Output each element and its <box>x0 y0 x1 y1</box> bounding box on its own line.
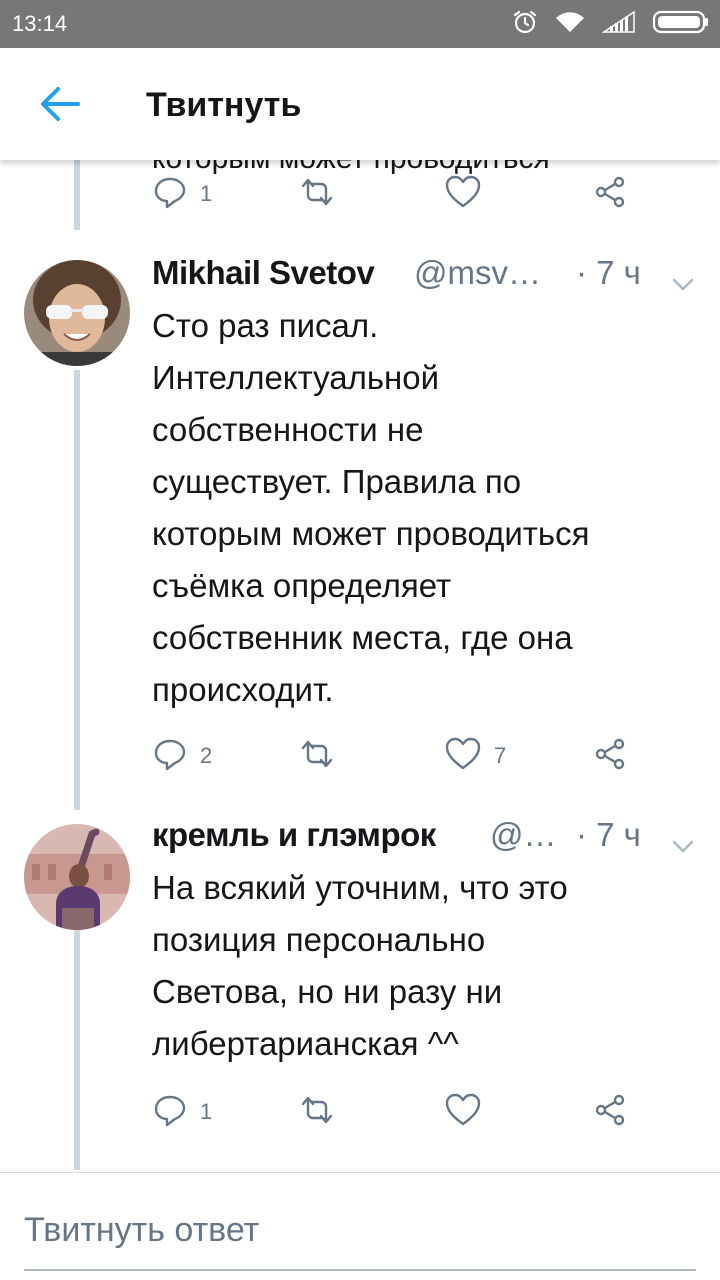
tweet-time: · 7 ч <box>576 816 641 853</box>
reply-icon <box>152 1092 188 1133</box>
status-icons <box>512 8 710 40</box>
reply-icon <box>152 174 188 215</box>
reply-input[interactable]: Твитнуть ответ <box>24 1211 259 1250</box>
share-icon <box>592 1092 628 1133</box>
tweet-card[interactable]: Mikhail Svetov @msv… · 7 ч Сто раз писал… <box>0 252 720 812</box>
heart-icon <box>444 736 482 777</box>
tweet-text-line: происходит. <box>152 671 334 708</box>
tweet-text-line: Интеллектуальной <box>152 359 440 396</box>
retweet-button[interactable] <box>297 174 337 214</box>
tweet-text-line: собственник места, где она <box>152 619 573 656</box>
reply-composer[interactable]: Твитнуть ответ <box>0 1172 720 1280</box>
avatar[interactable] <box>24 260 130 366</box>
reply-icon <box>152 736 188 777</box>
chevron-down-icon[interactable] <box>672 262 694 300</box>
tweet-actions: 2 7 <box>152 736 652 776</box>
like-count: 7 <box>494 743 507 768</box>
share-icon <box>592 174 628 215</box>
author-name[interactable]: Mikhail Svetov <box>152 254 375 292</box>
avatar[interactable] <box>24 824 130 930</box>
tweet-time: · 7 ч <box>576 254 641 291</box>
partial-tweet-actions: 1 <box>152 174 652 214</box>
retweet-button[interactable] <box>297 736 337 776</box>
author-handle[interactable]: @… <box>490 816 557 854</box>
author-name[interactable]: кремль и глэмрок <box>152 816 436 854</box>
reply-count: 1 <box>200 1099 213 1124</box>
heart-icon <box>444 174 482 215</box>
reply-button[interactable]: 1 <box>152 1092 212 1132</box>
thread-connector-line <box>74 160 80 230</box>
retweet-icon <box>297 1092 337 1133</box>
battery-icon <box>652 9 710 40</box>
app-bar: Твитнуть <box>0 48 720 160</box>
retweet-icon <box>297 736 337 777</box>
retweet-icon <box>297 174 337 215</box>
tweet-text-line: съёмка определяет <box>152 567 452 604</box>
author-handle[interactable]: @msv… <box>414 254 541 292</box>
page-title: Твитнуть <box>146 86 302 124</box>
like-button[interactable] <box>444 174 482 214</box>
heart-icon <box>444 1092 482 1133</box>
arrow-left-icon[interactable] <box>36 84 84 124</box>
tweet-text: На всякий уточним, что это позиция персо… <box>152 862 700 1070</box>
share-button[interactable] <box>592 1092 628 1132</box>
tweet-text-line: позиция персонально <box>152 921 486 958</box>
alarm-icon <box>512 9 538 40</box>
tweet-actions: 1 <box>152 1092 652 1132</box>
tweet-text-line: либертарианская ^^ <box>152 1025 459 1062</box>
tweet-text-line: собственности не <box>152 411 424 448</box>
tweet-text-line: Светова, но ни разу ни <box>152 973 503 1010</box>
reply-button[interactable]: 1 <box>152 174 212 214</box>
share-button[interactable] <box>592 174 628 214</box>
tweet-header: Mikhail Svetov @msv… · 7 ч <box>152 252 702 296</box>
share-icon <box>592 736 628 777</box>
reply-input-underline <box>24 1269 696 1271</box>
reply-count: 1 <box>200 181 213 206</box>
wifi-icon <box>554 10 586 39</box>
retweet-button[interactable] <box>297 1092 337 1132</box>
tweet-header: кремль и глэмрок @… · 7 ч <box>152 814 702 858</box>
chevron-down-icon[interactable] <box>672 824 694 862</box>
like-button[interactable]: 7 <box>444 736 506 776</box>
share-button[interactable] <box>592 736 628 776</box>
tweet-card[interactable]: кремль и глэмрок @… · 7 ч На всякий уточ… <box>0 814 720 1170</box>
signal-icon <box>601 10 636 39</box>
status-time: 13:14 <box>12 11 68 36</box>
tweet-text-line: которым может проводиться <box>152 515 590 552</box>
status-bar: 13:14 <box>0 0 720 48</box>
like-button[interactable] <box>444 1092 482 1132</box>
tweet-thread: которым может проводиться 1 <box>0 160 720 1170</box>
reply-count: 2 <box>200 743 213 768</box>
tweet-text-line: существует. Правила по <box>152 463 522 500</box>
tweet-text: Сто раз писал. Интеллектуальной собствен… <box>152 300 700 716</box>
tweet-text-line: На всякий уточним, что это <box>152 869 568 906</box>
reply-button[interactable]: 2 <box>152 736 212 776</box>
tweet-text-line: Сто раз писал. <box>152 307 379 344</box>
